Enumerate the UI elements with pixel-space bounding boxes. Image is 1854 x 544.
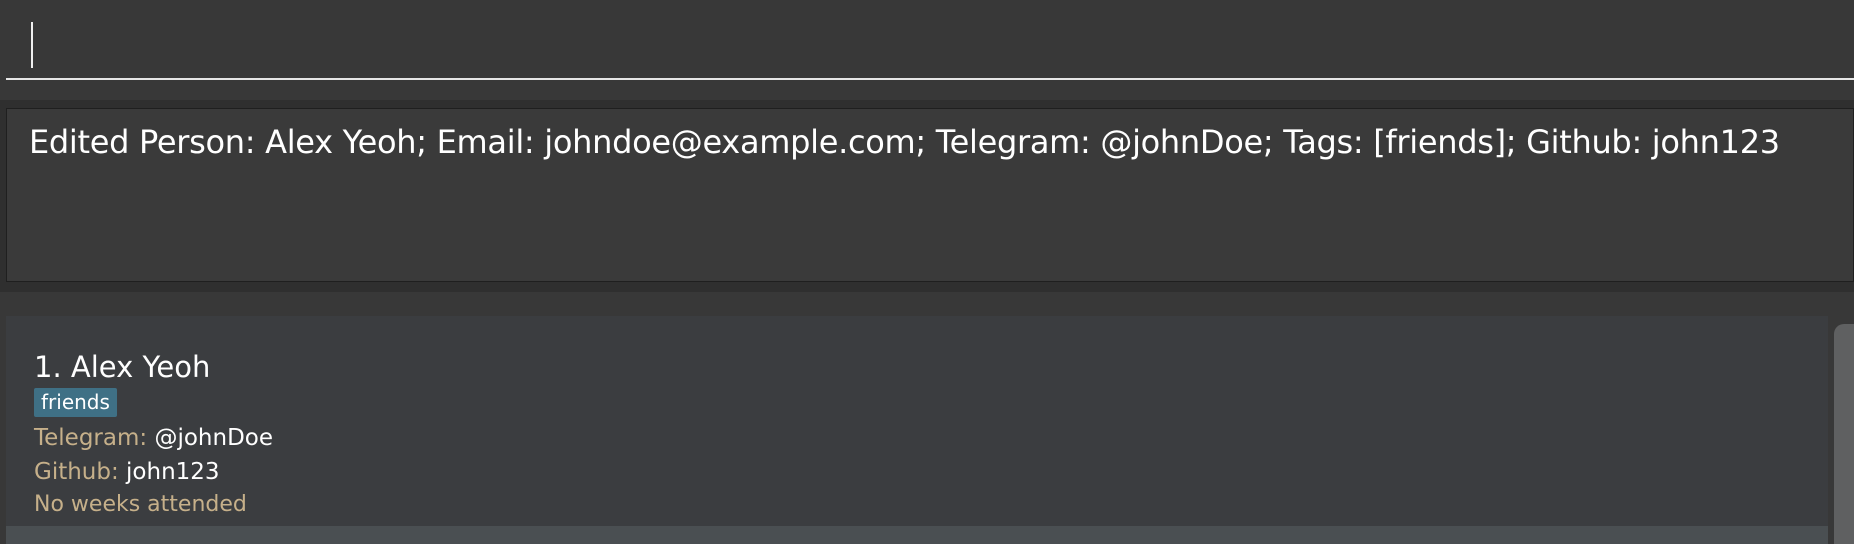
github-row: Github: john123 [34,459,220,485]
person-name: 1. Alex Yeoh [34,350,211,384]
telegram-row: Telegram: @johnDoe [34,425,273,451]
next-person-card[interactable] [6,526,1828,544]
command-input[interactable] [6,0,1854,80]
result-message: Edited Person: Alex Yeoh; Email: johndoe… [29,123,1780,161]
result-display: Edited Person: Alex Yeoh; Email: johndoe… [6,108,1854,282]
scrollbar[interactable] [1832,324,1854,544]
weeks-attended-text: No weeks attended [34,492,247,517]
person-card[interactable]: 1. Alex Yeoh friends Telegram: @johnDoe … [6,316,1828,526]
telegram-label: Telegram: [34,425,148,451]
tag-badge: friends [34,388,117,417]
result-pane: Edited Person: Alex Yeoh; Email: johndoe… [0,100,1854,292]
github-value: john123 [126,459,220,485]
command-bar [0,0,1854,92]
telegram-value: @johnDoe [154,425,274,451]
scrollbar-thumb[interactable] [1834,324,1854,544]
github-label: Github: [34,459,119,485]
person-list[interactable]: 1. Alex Yeoh friends Telegram: @johnDoe … [0,304,1854,544]
text-caret [31,22,33,68]
